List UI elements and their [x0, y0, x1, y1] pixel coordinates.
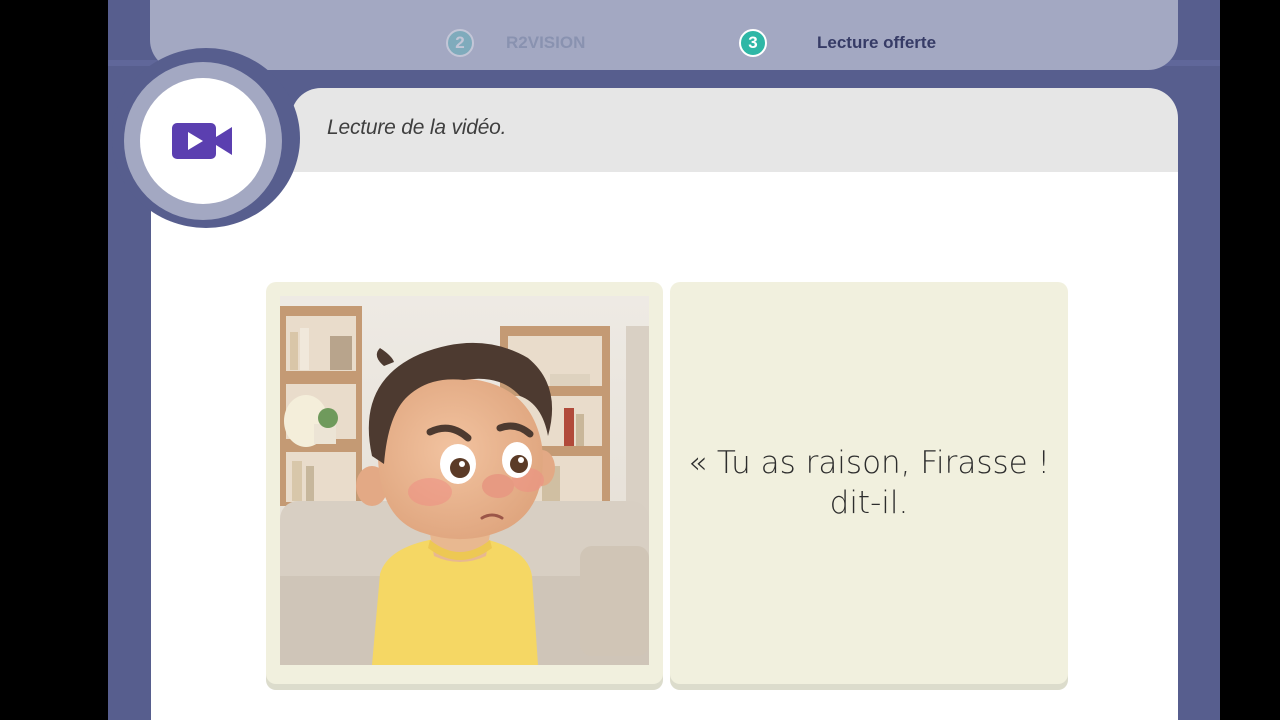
instruction-title: Lecture de la vidéo.	[327, 116, 507, 139]
text-card: « Tu as raison, Firasse ! dit-il.	[670, 282, 1068, 684]
quote-line-1: « Tu as raison, Firasse !	[688, 445, 1050, 481]
stepper: 2 R2VISION 3 Lecture offerte	[150, 0, 1178, 70]
video-badge	[140, 78, 266, 204]
step-3[interactable]: 3 Lecture offerte	[739, 29, 937, 57]
boy-on-couch-illustration	[280, 296, 649, 665]
step-3-number: 3	[739, 29, 767, 57]
step-2-label: R2VISION	[506, 33, 586, 52]
step-2[interactable]: 2 R2VISION	[446, 29, 586, 57]
step-2-number: 2	[446, 29, 474, 57]
story-quote: « Tu as raison, Firasse ! dit-il.	[670, 282, 1068, 684]
instruction-header: Lecture de la vidéo.	[291, 88, 1178, 172]
step-3-label: Lecture offerte	[817, 33, 937, 52]
quote-line-2: dit-il.	[829, 485, 909, 521]
video-camera-icon	[172, 123, 232, 159]
app-frame: 2 R2VISION 3 Lecture offerte Lecture de …	[108, 0, 1220, 720]
illustration-card	[266, 282, 663, 684]
